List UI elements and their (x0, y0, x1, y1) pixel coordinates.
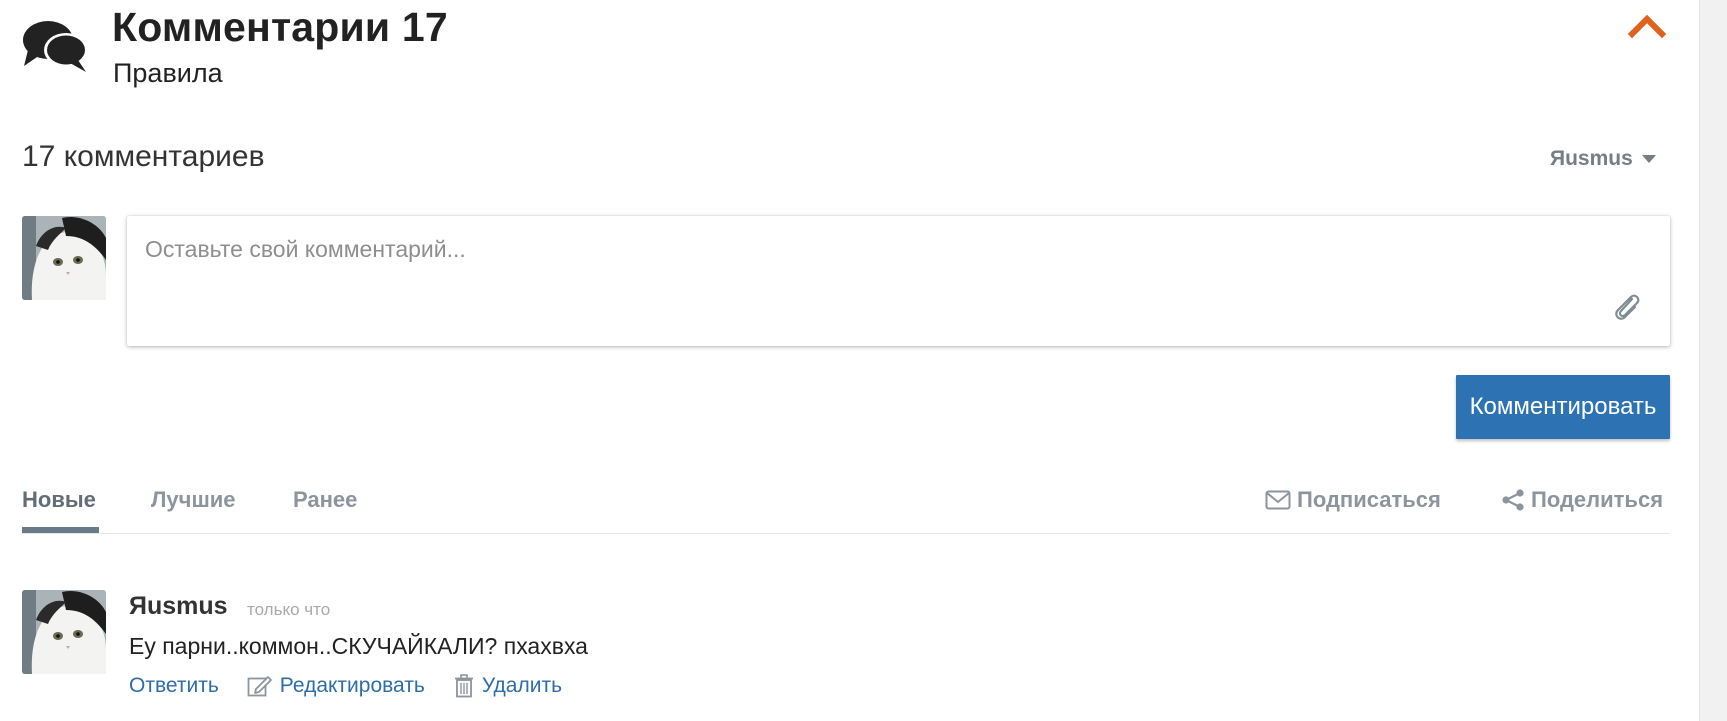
avatar[interactable] (22, 590, 106, 674)
comments-section: Комментарии 17 Правила 17 комментариев Я… (0, 0, 1727, 721)
comment-author[interactable]: Яusmus (129, 592, 228, 621)
delete-button[interactable]: Удалить (453, 674, 562, 698)
tabs-divider (22, 533, 1670, 534)
comment-composer[interactable] (127, 216, 1670, 346)
edit-button[interactable]: Редактировать (247, 674, 425, 698)
submit-comment-button[interactable]: Комментировать (1456, 375, 1670, 439)
share-icon (1502, 489, 1524, 511)
share-label: Поделиться (1531, 487, 1664, 512)
pencil-icon (247, 676, 272, 697)
delete-label: Удалить (481, 674, 563, 697)
tab-best[interactable]: Лучшие (151, 487, 236, 513)
share-button[interactable]: Поделиться (1501, 487, 1663, 513)
comment-count: 17 комментариев (22, 140, 265, 173)
comment-input[interactable] (127, 216, 1670, 346)
rules-link[interactable]: Правила (113, 58, 223, 89)
user-menu-dropdown[interactable]: Яusmus (1550, 147, 1656, 171)
comment-body: Еу парни..коммон..СКУЧАЙКАЛИ? пхахвха (129, 633, 588, 659)
comments-icon (23, 21, 88, 72)
user-menu-label: Яusmus (1550, 147, 1633, 170)
chevron-up-icon[interactable] (1627, 10, 1667, 42)
comment-actions: Ответить Редактировать Удалить (129, 674, 590, 698)
subscribe-button[interactable]: Подписаться (1265, 487, 1441, 513)
avatar (22, 216, 106, 300)
subscribe-label: Подписаться (1297, 487, 1441, 512)
trash-icon (454, 674, 473, 698)
envelope-icon (1265, 490, 1291, 510)
tab-earlier[interactable]: Ранее (293, 487, 357, 513)
reply-label: Ответить (129, 674, 219, 697)
scrollbar-gutter[interactable] (1699, 0, 1727, 721)
paperclip-icon[interactable] (1610, 290, 1644, 324)
edit-label: Редактировать (279, 674, 425, 697)
page-title: Комментарии 17 (112, 4, 448, 50)
caret-down-icon (1641, 155, 1656, 163)
tab-new[interactable]: Новые (22, 487, 96, 513)
comment-timestamp[interactable]: только что (247, 600, 330, 620)
reply-button[interactable]: Ответить (129, 674, 219, 698)
